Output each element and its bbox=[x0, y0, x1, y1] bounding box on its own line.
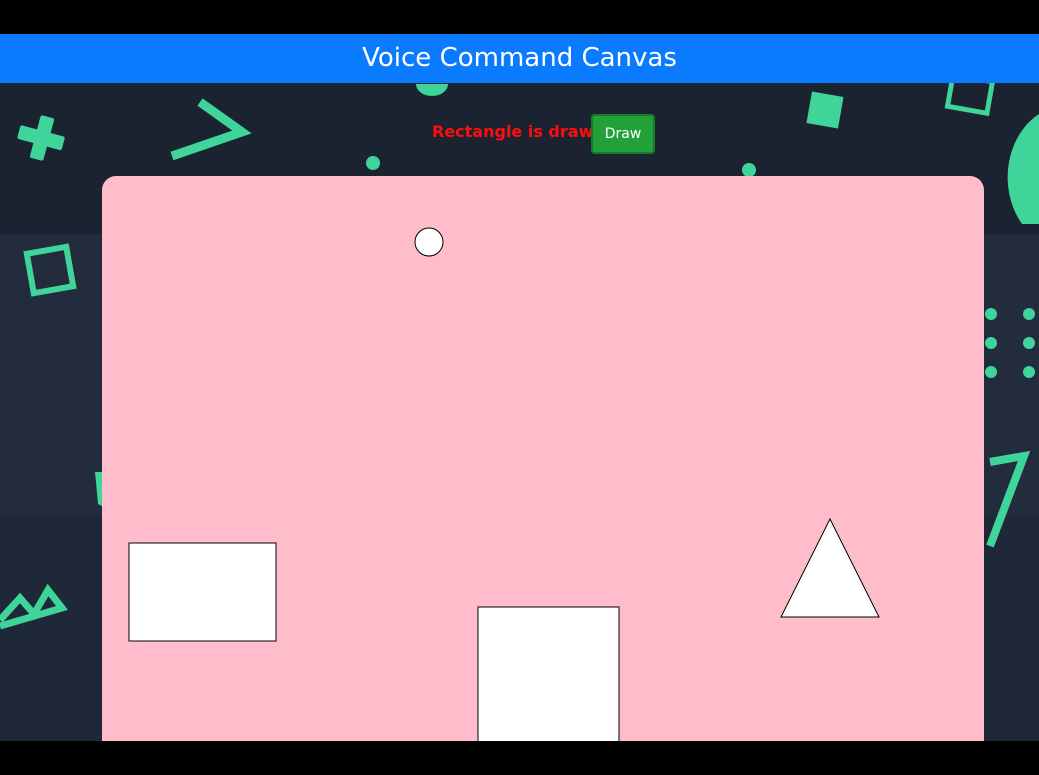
rectangle-shape bbox=[128, 542, 277, 642]
half-circle-decoration-icon bbox=[1007, 114, 1039, 224]
status-message: Rectangle is drawn bbox=[432, 122, 605, 141]
triangle-outline-decoration-icon bbox=[986, 450, 1031, 548]
plus-decoration-icon bbox=[17, 115, 65, 161]
page-title: Voice Command Canvas bbox=[362, 43, 677, 73]
circle-shape bbox=[414, 227, 444, 257]
dot-decoration-icon bbox=[366, 156, 380, 170]
triangle-shape bbox=[780, 517, 880, 618]
square-outline-decoration-icon bbox=[23, 243, 77, 297]
chevron-decoration-icon bbox=[170, 98, 252, 161]
shape-decoration-icon bbox=[95, 472, 102, 506]
page-viewport: Voice Command Canvas Rectangle is drawn … bbox=[0, 34, 1039, 741]
half-circle-decoration-icon bbox=[416, 84, 448, 96]
zigzag-decoration-icon bbox=[0, 583, 68, 630]
dot-decoration-icon bbox=[742, 163, 756, 177]
app-header: Voice Command Canvas bbox=[0, 34, 1039, 83]
square-shape bbox=[477, 606, 620, 741]
drawing-canvas[interactable] bbox=[102, 176, 984, 741]
draw-button[interactable]: Draw bbox=[591, 114, 655, 154]
canvas-surface bbox=[128, 227, 880, 741]
square-decoration-icon bbox=[806, 91, 844, 129]
window-frame: Voice Command Canvas Rectangle is drawn … bbox=[0, 0, 1039, 775]
dot-grid-decoration-icon bbox=[985, 308, 1035, 378]
